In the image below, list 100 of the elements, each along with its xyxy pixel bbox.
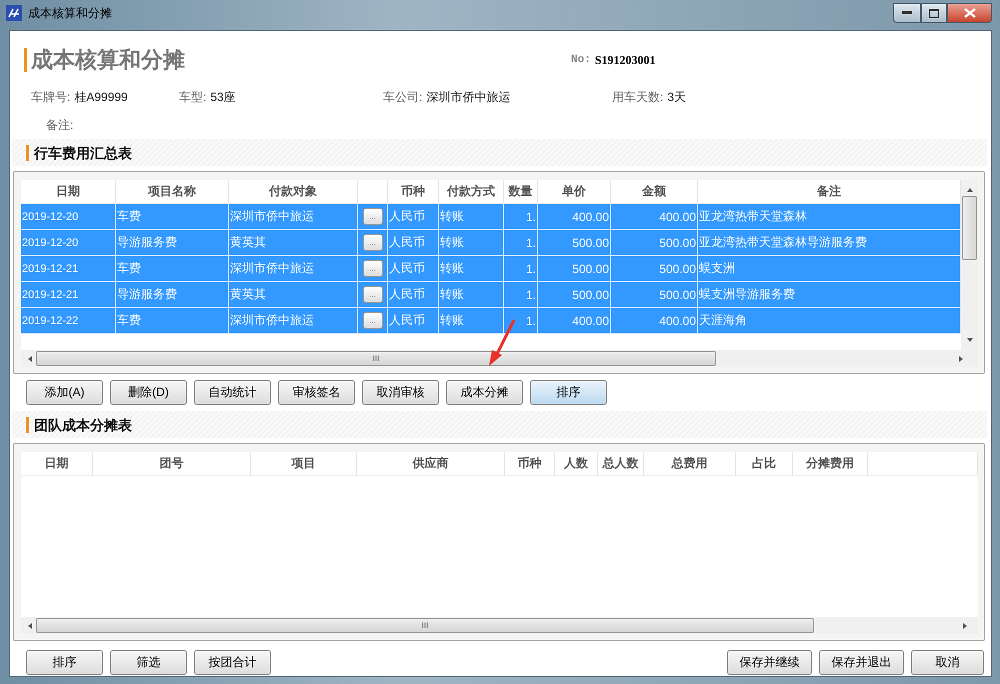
field-label: 用车天数:	[612, 90, 664, 104]
table-cell: 400.00	[538, 204, 611, 229]
field-label: 车牌号:	[31, 90, 70, 104]
column-header[interactable]: 币种	[505, 452, 555, 475]
column-header[interactable]: 人数	[555, 452, 598, 475]
column-header[interactable]: 占比	[736, 452, 793, 475]
picker-button[interactable]: ...	[362, 312, 382, 329]
column-header[interactable]: 总人数	[598, 452, 644, 475]
action-button[interactable]: 删除(D)	[110, 380, 187, 405]
table-row[interactable]: 2019-12-20 车费 深圳市侨中旅运 ... 人民币 转账 1. 400.00 400.00 亚龙湾热带天堂森林	[21, 204, 961, 230]
field-value: 53座	[210, 90, 236, 104]
field-label: 备注:	[46, 118, 74, 132]
table-cell: 400.00	[538, 308, 611, 333]
action-button[interactable]: 添加(A)	[26, 380, 103, 405]
close-icon	[964, 8, 976, 18]
minimize-icon	[902, 11, 912, 15]
picker-button[interactable]: ...	[362, 234, 382, 251]
table-cell: 人民币	[388, 282, 439, 307]
page-title: 成本核算和分摊	[24, 48, 571, 72]
section-title: 行车费用汇总表	[26, 144, 132, 160]
table-cell: 2019-12-21	[21, 282, 116, 307]
maximize-button[interactable]	[921, 3, 947, 23]
field-label: 车公司:	[383, 90, 422, 104]
document-number: S191203001	[594, 52, 656, 68]
column-header[interactable]: 总费用	[644, 452, 736, 475]
horizontal-scrollbar[interactable]: III	[21, 350, 978, 367]
column-header[interactable]: 数量	[504, 180, 538, 203]
number-label: No:	[571, 54, 591, 66]
section-title: 团队成本分摊表	[26, 416, 132, 432]
table-cell: 2019-12-22	[21, 308, 116, 333]
action-button[interactable]: 自动统计	[194, 380, 271, 405]
field-value: 深圳市侨中旅运	[426, 90, 510, 104]
picker-button[interactable]: ...	[362, 286, 382, 303]
table-cell: 500.00	[538, 230, 611, 255]
table-row[interactable]: 2019-12-20 导游服务费 黄英其 ... 人民币 转账 1. 500.00 500.00 亚龙湾热带天堂森林导游服务费	[21, 230, 961, 256]
table-cell: 2019-12-21	[21, 256, 116, 281]
table-cell: 黄英其	[229, 282, 358, 307]
table-cell: 人民币	[388, 230, 439, 255]
table-cell: 2019-12-20	[21, 204, 116, 229]
column-header[interactable]: 金额	[611, 180, 698, 203]
table-cell: 车费	[116, 204, 229, 229]
table-row[interactable]: 2019-12-21 车费 深圳市侨中旅运 ... 人民币 转账 1. 500.00 500.00 蜈支洲	[21, 256, 961, 282]
table-cell: 转账	[439, 282, 504, 307]
table-cell: 1.	[504, 204, 538, 229]
table-cell: 导游服务费	[116, 230, 229, 255]
app-logo-icon	[6, 5, 22, 21]
table-cell: 黄英其	[229, 230, 358, 255]
minimize-button[interactable]	[893, 3, 921, 23]
column-header[interactable]: 付款对象	[229, 180, 358, 203]
table-cell: 导游服务费	[116, 282, 229, 307]
column-header[interactable]: 项目	[251, 452, 357, 475]
column-header[interactable]: 付款方式	[439, 180, 504, 203]
scroll-grip: III	[372, 354, 380, 363]
table-cell: 转账	[439, 204, 504, 229]
horizontal-scrollbar[interactable]: III	[21, 617, 978, 634]
table-cell: 500.00	[538, 282, 611, 307]
table-cell: 500.00	[538, 256, 611, 281]
table-cell: 车费	[116, 308, 229, 333]
column-header[interactable]: 团号	[93, 452, 251, 475]
table-cell: 2019-12-20	[21, 230, 116, 255]
table-cell: 500.00	[611, 282, 698, 307]
picker-button[interactable]: ...	[362, 208, 382, 225]
table-cell: 1.	[504, 282, 538, 307]
action-button[interactable]: 排序	[530, 380, 607, 405]
table-cell: 人民币	[388, 308, 439, 333]
table-cell: 深圳市侨中旅运	[229, 256, 358, 281]
close-button[interactable]	[947, 3, 992, 23]
table-cell: 转账	[439, 230, 504, 255]
footer-button[interactable]: 按团合计	[194, 650, 271, 675]
footer-button[interactable]: 保存并继续	[727, 650, 812, 675]
table-cell: 车费	[116, 256, 229, 281]
table-cell: 转账	[439, 256, 504, 281]
action-button[interactable]: 取消审核	[362, 380, 439, 405]
scroll-grip: III	[422, 621, 428, 630]
table-cell: 人民币	[388, 256, 439, 281]
picker-button[interactable]: ...	[362, 260, 382, 277]
table-cell: 500.00	[611, 256, 698, 281]
field-value: 3天	[667, 90, 686, 104]
table-cell: 1.	[504, 256, 538, 281]
table-row[interactable]: 2019-12-21 导游服务费 黄英其 ... 人民币 转账 1. 500.00 500.00 蜈支洲导游服务费	[21, 282, 961, 308]
column-header[interactable]: 币种	[388, 180, 439, 203]
vertical-scrollbar[interactable]	[961, 180, 978, 350]
table-cell: 400.00	[611, 308, 698, 333]
table-cell: 深圳市侨中旅运	[229, 308, 358, 333]
window-title: 成本核算和分摊	[28, 4, 112, 22]
footer-button[interactable]: 取消	[911, 650, 984, 675]
footer-button[interactable]: 排序	[26, 650, 103, 675]
action-button[interactable]: 成本分摊	[446, 380, 523, 405]
column-header[interactable]: 单价	[538, 180, 611, 203]
column-header[interactable]: 项目名称	[116, 180, 229, 203]
table-cell: 深圳市侨中旅运	[229, 204, 358, 229]
table-row[interactable]: 2019-12-22 车费 深圳市侨中旅运 ... 人民币 转账 1. 400.00 400.00 天涯海角	[21, 308, 961, 334]
column-header[interactable]: 日期	[21, 180, 116, 203]
footer-button[interactable]: 保存并退出	[819, 650, 904, 675]
table-cell: 1.	[504, 308, 538, 333]
footer-button[interactable]: 筛选	[110, 650, 187, 675]
action-button[interactable]: 审核签名	[278, 380, 355, 405]
column-header[interactable]: 供应商	[357, 452, 505, 475]
column-header[interactable]: 分摊费用	[793, 452, 868, 475]
column-header[interactable]: 日期	[21, 452, 93, 475]
